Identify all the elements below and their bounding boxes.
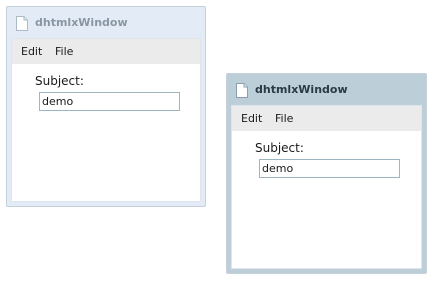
menu-bar: Edit File: [232, 106, 421, 131]
document-icon: [236, 83, 248, 98]
window-title: dhtmlxWindow: [35, 16, 128, 29]
window-active[interactable]: dhtmlxWindow Edit File Subject:: [226, 73, 427, 274]
subject-label: Subject:: [35, 74, 84, 88]
menu-item-edit[interactable]: Edit: [241, 112, 262, 125]
menu-item-edit[interactable]: Edit: [21, 45, 42, 58]
window-body: Edit File Subject:: [231, 105, 422, 269]
window-titlebar[interactable]: dhtmlxWindow: [7, 7, 205, 38]
window-titlebar[interactable]: dhtmlxWindow: [227, 74, 426, 105]
document-icon: [16, 16, 28, 31]
menu-bar: Edit File: [12, 39, 200, 64]
subject-input[interactable]: [39, 92, 180, 111]
window-body: Edit File Subject:: [11, 38, 201, 202]
menu-item-file[interactable]: File: [55, 45, 73, 58]
window-inactive[interactable]: dhtmlxWindow Edit File Subject:: [6, 6, 206, 207]
subject-input[interactable]: [259, 159, 400, 178]
subject-label: Subject:: [255, 141, 304, 155]
window-title: dhtmlxWindow: [255, 83, 348, 96]
menu-item-file[interactable]: File: [275, 112, 293, 125]
